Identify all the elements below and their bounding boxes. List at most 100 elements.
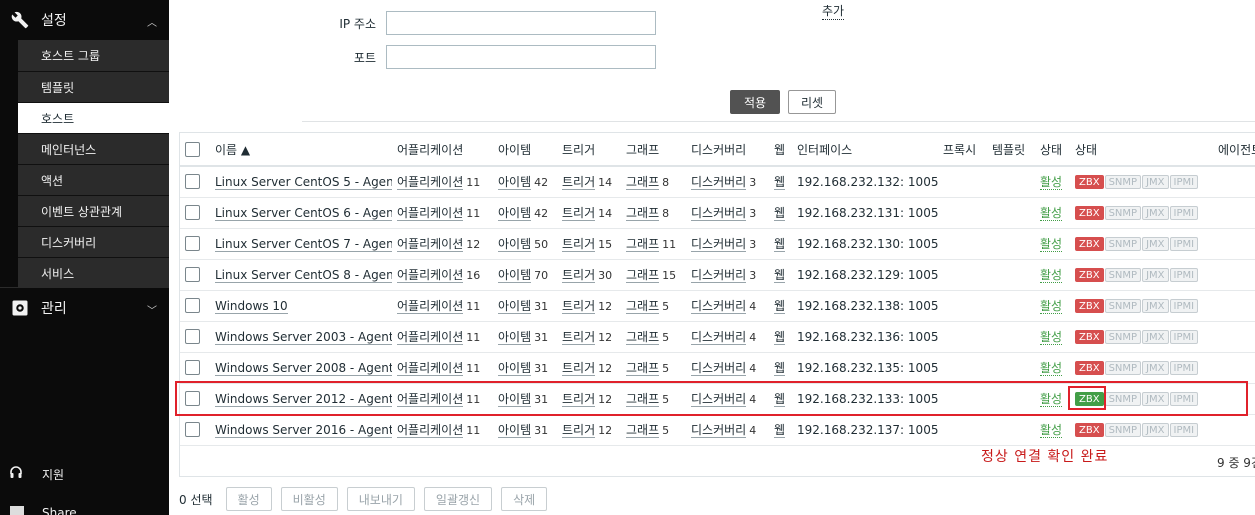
graphs-link[interactable]: 그래프	[626, 299, 660, 314]
sidebar-item-host-groups[interactable]: 호스트 그룹	[0, 40, 169, 71]
row-checkbox[interactable]	[185, 236, 200, 251]
host-name-link[interactable]: Windows Server 2016 - Agent	[215, 422, 392, 438]
triggers-link[interactable]: 트리거	[562, 268, 596, 283]
triggers-link[interactable]: 트리거	[562, 206, 596, 221]
sidebar-item-actions[interactable]: 액션	[0, 164, 169, 195]
status-toggle[interactable]: 활성	[1040, 361, 1063, 376]
host-name-link[interactable]: Linux Server CentOS 6 - Agent	[215, 205, 392, 221]
discovery-link[interactable]: 디스커버리	[691, 206, 747, 221]
applications-link[interactable]: 어플리케이션	[397, 268, 464, 283]
applications-link[interactable]: 어플리케이션	[397, 175, 464, 191]
triggers-link[interactable]: 트리거	[562, 423, 596, 438]
triggers-link[interactable]: 트리거	[562, 175, 596, 191]
export-button[interactable]: 내보내기	[346, 487, 415, 511]
graphs-link[interactable]: 그래프	[626, 268, 660, 283]
applications-link[interactable]: 어플리케이션	[397, 392, 464, 407]
discovery-link[interactable]: 디스커버리	[691, 299, 747, 314]
triggers-link[interactable]: 트리거	[562, 392, 596, 407]
host-name-link[interactable]: Windows Server 2003 - Agent	[215, 329, 392, 345]
triggers-link[interactable]: 트리거	[562, 330, 596, 345]
apply-button[interactable]: 적용	[730, 90, 780, 114]
items-link[interactable]: 아이템	[498, 299, 532, 314]
discovery-link[interactable]: 디스커버리	[691, 268, 747, 283]
port-input[interactable]	[386, 45, 656, 69]
triggers-link[interactable]: 트리거	[562, 361, 596, 376]
row-checkbox[interactable]	[185, 422, 200, 437]
items-link[interactable]: 아이템	[498, 237, 532, 252]
disable-button[interactable]: 비활성	[280, 487, 338, 511]
discovery-link[interactable]: 디스커버리	[691, 423, 747, 438]
triggers-link[interactable]: 트리거	[562, 237, 596, 252]
web-link[interactable]: 웹	[774, 175, 786, 191]
web-link[interactable]: 웹	[774, 206, 786, 221]
sidebar-item-services[interactable]: 서비스	[0, 257, 169, 288]
status-toggle[interactable]: 활성	[1040, 392, 1063, 407]
delete-button[interactable]: 삭제	[501, 487, 548, 511]
graphs-link[interactable]: 그래프	[626, 361, 660, 376]
host-name-link[interactable]: Windows Server 2008 - Agent	[215, 360, 392, 376]
sidebar-share[interactable]: Share	[10, 506, 77, 515]
applications-link[interactable]: 어플리케이션	[397, 299, 464, 314]
items-link[interactable]: 아이템	[498, 175, 532, 191]
web-link[interactable]: 웹	[774, 423, 786, 438]
status-toggle[interactable]: 활성	[1040, 299, 1063, 314]
host-name-link[interactable]: Windows 10	[215, 298, 288, 314]
graphs-link[interactable]: 그래프	[626, 175, 660, 191]
items-link[interactable]: 아이템	[498, 423, 532, 438]
col-name[interactable]: 이름 ▲	[210, 133, 392, 167]
applications-link[interactable]: 어플리케이션	[397, 361, 464, 376]
web-link[interactable]: 웹	[774, 361, 786, 376]
status-toggle[interactable]: 활성	[1040, 268, 1063, 283]
discovery-link[interactable]: 디스커버리	[691, 392, 747, 407]
sidebar-section-admin[interactable]: 관리 ﹀	[0, 288, 169, 328]
add-tag-link[interactable]: 추가	[822, 2, 845, 20]
graphs-link[interactable]: 그래프	[626, 392, 660, 407]
graphs-link[interactable]: 그래프	[626, 423, 660, 438]
applications-link[interactable]: 어플리케이션	[397, 206, 464, 221]
items-link[interactable]: 아이템	[498, 268, 532, 283]
applications-link[interactable]: 어플리케이션	[397, 330, 464, 345]
row-checkbox[interactable]	[185, 391, 200, 406]
reset-button[interactable]: 리셋	[788, 90, 836, 114]
mass-update-button[interactable]: 일괄갱신	[423, 487, 493, 511]
discovery-link[interactable]: 디스커버리	[691, 330, 747, 345]
row-checkbox[interactable]	[185, 298, 200, 313]
items-link[interactable]: 아이템	[498, 330, 532, 345]
items-link[interactable]: 아이템	[498, 392, 532, 407]
row-checkbox[interactable]	[185, 329, 200, 344]
sidebar-section-config[interactable]: 설정 ︿	[0, 0, 169, 40]
row-checkbox[interactable]	[185, 267, 200, 282]
graphs-link[interactable]: 그래프	[626, 206, 660, 221]
enable-button[interactable]: 활성	[225, 487, 272, 511]
web-link[interactable]: 웹	[774, 237, 786, 252]
sidebar-item-discovery[interactable]: 디스커버리	[0, 226, 169, 257]
host-name-link[interactable]: Linux Server CentOS 8 - Agent	[215, 267, 392, 283]
web-link[interactable]: 웹	[774, 330, 786, 345]
status-toggle[interactable]: 활성	[1040, 330, 1063, 345]
host-name-link[interactable]: Linux Server CentOS 7 - Agent	[215, 236, 392, 252]
graphs-link[interactable]: 그래프	[626, 330, 660, 345]
status-toggle[interactable]: 활성	[1040, 237, 1063, 252]
status-toggle[interactable]: 활성	[1040, 423, 1063, 438]
applications-link[interactable]: 어플리케이션	[397, 237, 464, 252]
sidebar-item-event-correlation[interactable]: 이벤트 상관관계	[0, 195, 169, 226]
status-toggle[interactable]: 활성	[1040, 206, 1063, 221]
items-link[interactable]: 아이템	[498, 361, 532, 376]
row-checkbox[interactable]	[185, 360, 200, 375]
web-link[interactable]: 웹	[774, 392, 786, 407]
sidebar-support[interactable]: 지원	[10, 466, 64, 483]
graphs-link[interactable]: 그래프	[626, 237, 660, 252]
status-toggle[interactable]: 활성	[1040, 175, 1063, 191]
discovery-link[interactable]: 디스커버리	[691, 361, 747, 376]
sidebar-item-maintenance[interactable]: 메인터넌스	[0, 133, 169, 164]
discovery-link[interactable]: 디스커버리	[691, 175, 747, 191]
row-checkbox[interactable]	[185, 174, 200, 190]
web-link[interactable]: 웹	[774, 268, 786, 283]
row-checkbox[interactable]	[185, 205, 200, 220]
web-link[interactable]: 웹	[774, 299, 786, 314]
host-name-link[interactable]: Linux Server CentOS 5 - Agent	[215, 174, 392, 190]
host-name-link[interactable]: Windows Server 2012 - Agent	[215, 391, 392, 407]
applications-link[interactable]: 어플리케이션	[397, 423, 464, 438]
sidebar-item-hosts[interactable]: 호스트	[0, 102, 169, 133]
ip-input[interactable]	[386, 11, 656, 35]
